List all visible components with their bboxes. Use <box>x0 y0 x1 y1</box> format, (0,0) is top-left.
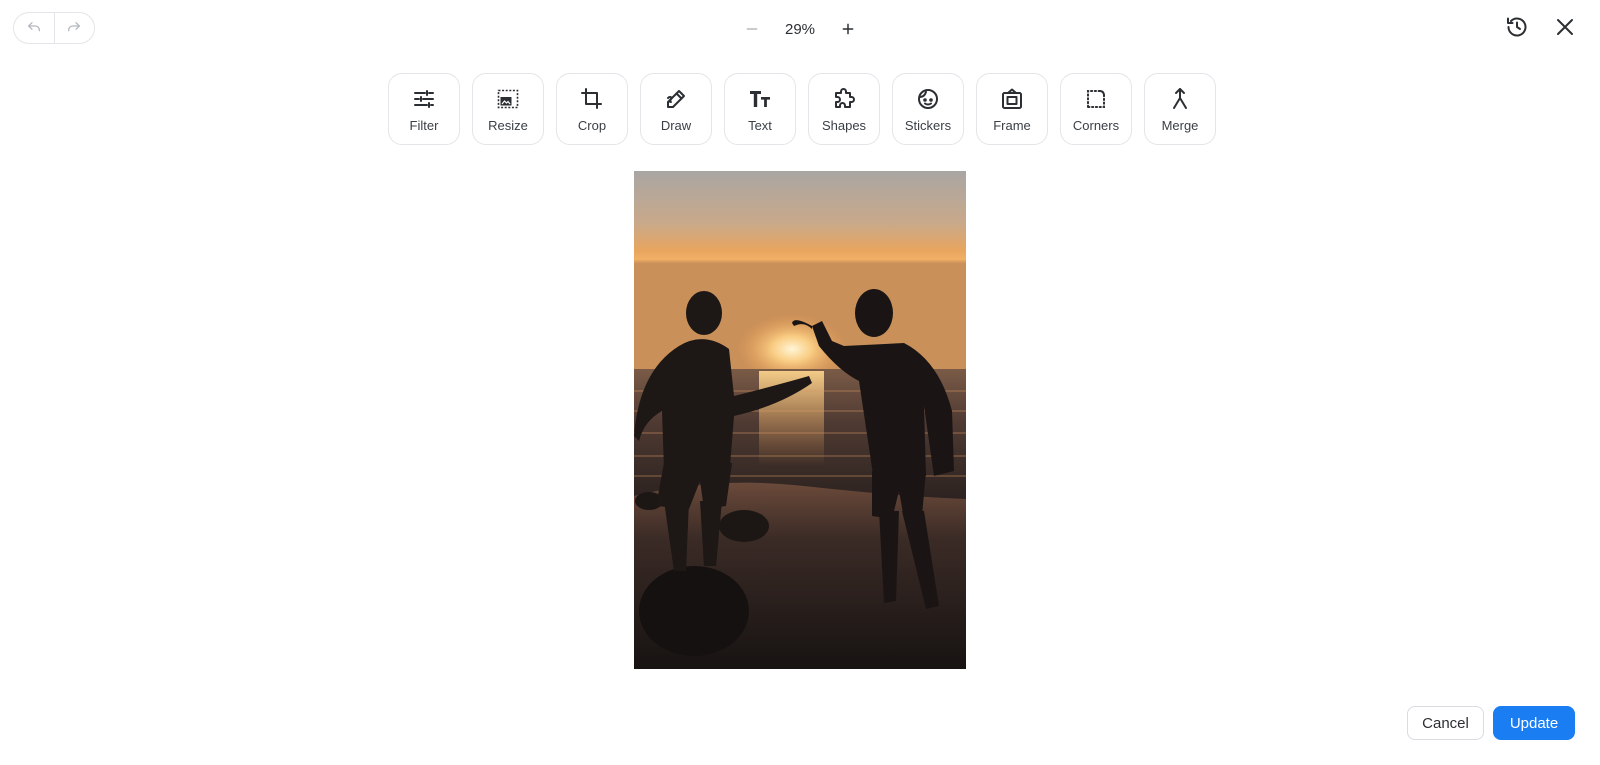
shapes-icon <box>835 88 855 108</box>
pencil-icon <box>667 90 685 108</box>
zoom-in-button[interactable] <box>836 17 860 41</box>
undo-icon <box>27 22 40 32</box>
tool-label: Crop <box>577 118 607 133</box>
tool-frame[interactable]: Frame <box>976 73 1048 145</box>
close-icon <box>1557 19 1573 35</box>
redo-icon <box>68 22 81 32</box>
footer-actions: Cancel Update <box>1407 706 1575 740</box>
tool-label: Stickers <box>904 118 952 133</box>
merge-icon <box>1173 88 1187 109</box>
minus-icon <box>746 28 758 30</box>
redo-button[interactable] <box>53 13 95 43</box>
tool-draw[interactable]: Draw <box>640 73 712 145</box>
tool-shapes[interactable]: Shapes <box>808 73 880 145</box>
tool-filter[interactable]: Filter <box>388 73 460 145</box>
zoom-out-button[interactable] <box>740 17 764 41</box>
tool-stickers[interactable]: Stickers <box>892 73 964 145</box>
zoom-control: 29% <box>740 14 860 44</box>
tool-label: Resize <box>488 118 528 133</box>
tool-label: Filter <box>409 118 439 133</box>
history-button[interactable] <box>1504 14 1530 40</box>
top-right-actions <box>1504 14 1578 40</box>
tool-text[interactable]: Text <box>724 73 796 145</box>
tool-label: Corners <box>1072 118 1120 133</box>
image-editor: 29% Filter Resize Crop Draw Text Shapes … <box>0 0 1600 765</box>
update-button[interactable]: Update <box>1493 706 1575 740</box>
tool-label: Frame <box>993 118 1031 133</box>
crop-icon <box>581 88 602 109</box>
tool-corners[interactable]: Corners <box>1060 73 1132 145</box>
undo-button[interactable] <box>14 13 54 43</box>
history-clock-icon <box>1507 17 1527 37</box>
corners-icon <box>1087 90 1105 108</box>
tool-label: Shapes <box>821 118 867 133</box>
tool-label: Draw <box>660 118 692 133</box>
zoom-level: 29% <box>784 20 816 38</box>
undo-redo-group <box>13 12 95 44</box>
tool-bar: Filter Resize Crop Draw Text Shapes Stic… <box>388 73 1216 145</box>
plus-icon <box>842 23 854 35</box>
beach-sunset-photo <box>634 171 966 669</box>
sliders-icon <box>414 90 434 108</box>
cancel-button[interactable]: Cancel <box>1407 706 1484 740</box>
sticker-icon <box>918 89 938 109</box>
tool-resize[interactable]: Resize <box>472 73 544 145</box>
tool-label: Merge <box>1161 118 1199 133</box>
image-canvas[interactable] <box>634 171 966 669</box>
resize-icon <box>497 89 519 109</box>
close-button[interactable] <box>1552 14 1578 40</box>
tool-merge[interactable]: Merge <box>1144 73 1216 145</box>
tool-crop[interactable]: Crop <box>556 73 628 145</box>
text-icon <box>750 91 770 107</box>
tool-label: Text <box>748 118 772 133</box>
frame-icon <box>1002 88 1022 109</box>
